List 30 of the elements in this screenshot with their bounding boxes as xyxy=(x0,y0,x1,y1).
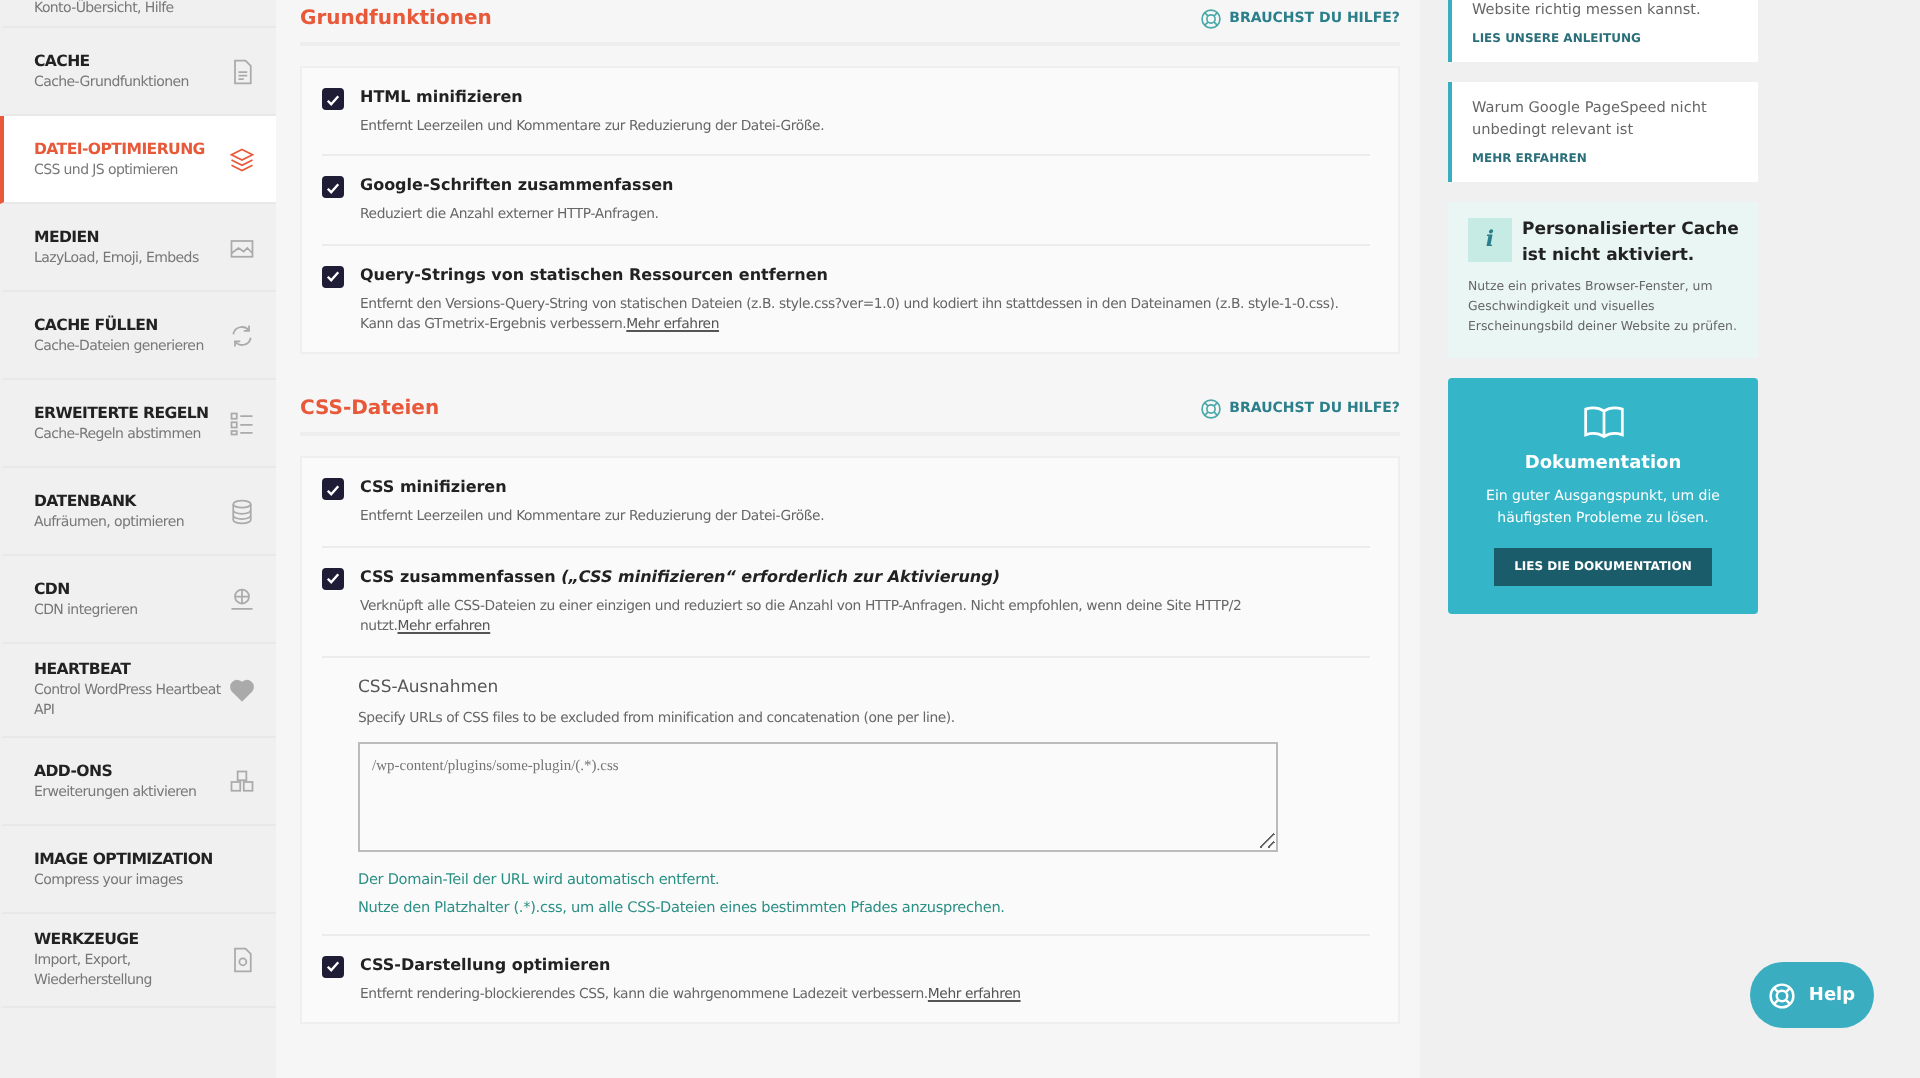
lifebuoy-icon xyxy=(1768,981,1797,1009)
globe-icon xyxy=(228,585,256,614)
option-label: HTML minifizieren xyxy=(360,88,525,106)
checkbox[interactable] xyxy=(322,567,344,590)
checkbox[interactable] xyxy=(322,478,344,501)
documentation-title: Dokumentation xyxy=(1524,454,1682,475)
heart-icon xyxy=(228,676,256,705)
notice-title: Personalisierter Cache ist nicht aktiviert. xyxy=(1522,217,1741,269)
field-label: CSS-Ausnahmen xyxy=(358,677,501,698)
checkbox[interactable] xyxy=(322,88,344,110)
option-label: Google-Schriften zusammenfassen xyxy=(360,176,676,195)
refresh-icon xyxy=(228,321,256,350)
info-icon: i xyxy=(1468,217,1512,262)
checkbox[interactable] xyxy=(322,955,344,978)
option-label: CSS zusammenfassen („CSS minifizieren“ erforderlich zur Aktivierung) xyxy=(360,567,1003,586)
lifebuoy-icon xyxy=(1199,7,1222,29)
option-label: CSS-Darstellung optimieren xyxy=(360,955,613,974)
option-label: Query-Strings von statischen Ressourcen entfernen xyxy=(360,265,830,284)
lifebuoy-icon xyxy=(1199,397,1222,420)
checkbox[interactable] xyxy=(322,265,344,288)
section-title: CSS-Dateien xyxy=(300,397,440,420)
layers-icon xyxy=(228,145,256,174)
section-title: Grundfunktionen xyxy=(300,7,492,29)
puzzle-icon xyxy=(228,767,256,796)
checkbox[interactable] xyxy=(322,176,344,199)
database-icon xyxy=(228,497,256,526)
book-icon xyxy=(1581,402,1625,443)
option-label: CSS minifizieren xyxy=(360,478,509,497)
document-icon xyxy=(228,57,256,86)
list-icon xyxy=(228,409,256,438)
